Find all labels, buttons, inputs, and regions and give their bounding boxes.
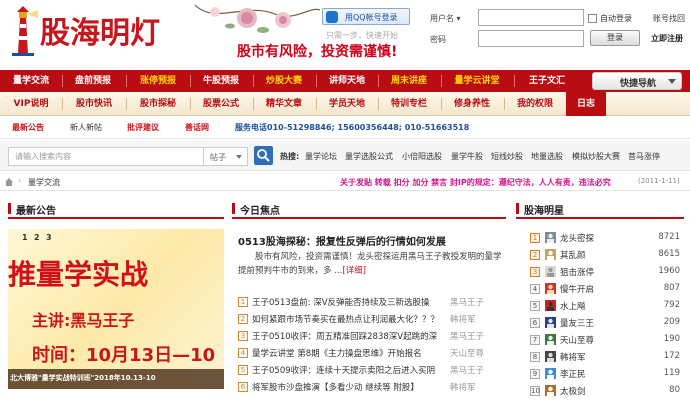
search-bar: 请输入搜索内容 帖子 热搜: 量学论坛 量学选股公式 小倍阳选股 量学牛股 短线… [0, 141, 690, 171]
hot-search-link[interactable]: 量学论坛 [305, 151, 337, 162]
password-input[interactable] [478, 30, 584, 47]
quick-nav-dropdown[interactable]: 快捷导航 [592, 72, 682, 90]
nav-blog[interactable]: 日志 [566, 92, 606, 116]
primary-nav: 量学交流 盘前预报 涨停预报 牛股预报 炒股大赛 讲师天地 周末讲座 量学云讲堂… [0, 70, 690, 92]
nav-formulas[interactable]: 股票公式 [192, 92, 250, 116]
focus-headline[interactable]: 0513股海探秘：报复性反弹后的行情如何发展 [238, 233, 446, 248]
nav-featured[interactable]: 精华文章 [255, 92, 313, 116]
section-stars: 股海明星 [516, 199, 684, 219]
username-label[interactable]: 用户名 ▾ [430, 13, 461, 24]
avatar [545, 283, 556, 294]
hot-search-link[interactable]: 量学选股公式 [345, 151, 393, 162]
breadcrumb-current[interactable]: 量学交流 [28, 177, 60, 188]
nav-training[interactable]: 特训专栏 [380, 92, 438, 116]
hot-search-label: 热搜: [280, 152, 300, 161]
hot-search-link[interactable]: 短线炒股 [491, 151, 523, 162]
qq-login-button[interactable]: 用QQ帐号登录 [322, 8, 410, 25]
banner-date: 时间：10月13日—10 [32, 345, 216, 366]
secondary-nav: VIP说明 股市快讯 股市探秘 股票公式 精华文章 学员天地 特训专栏 修身养性… [0, 92, 690, 116]
site-name: 股海明灯 [40, 16, 160, 51]
nav-limitup[interactable]: 涨停预报 [128, 70, 188, 92]
rules-notice[interactable]: 关于发贴 转载 扣分 加分 禁言 封IP的规定：遵纪守法，人人有责，违法必究 [340, 177, 611, 188]
nav-news-flash[interactable]: 股市快讯 [64, 92, 124, 116]
site-header: 股海明灯 用QQ帐号登录 只需一步，快速开始 股市有风险，投资需谨慎! 用户名 … [0, 0, 690, 70]
nav-vip[interactable]: VIP说明 [2, 92, 60, 116]
focus-summary: 股市有风险，投资需谨慎！龙头密探运用黑马王子教授发明的量学提前预判牛市的到来，多… [238, 252, 502, 276]
password-label: 密码 [430, 35, 446, 44]
avatar [545, 249, 556, 260]
nav-contest[interactable]: 炒股大赛 [255, 70, 313, 92]
qq-icon [326, 11, 338, 23]
nav-permissions[interactable]: 我的权限 [506, 92, 564, 116]
notice-date: (2011-1-11) [638, 177, 680, 185]
hot-search-link[interactable]: 菩马涨停 [628, 151, 660, 162]
avatar [545, 334, 556, 345]
announcement-links-row: 最新公告 新人新帖 批评建议 善话网 服务电话010-51298846; 156… [0, 117, 690, 139]
nav-bull-stock[interactable]: 牛股预报 [192, 70, 250, 92]
register-link[interactable]: 立即注册 [651, 33, 683, 44]
avatar [545, 232, 556, 243]
auto-login-checkbox[interactable] [588, 14, 597, 23]
auto-login-label: 自动登录 [600, 14, 632, 23]
nav-exploration[interactable]: 股市探秘 [128, 92, 188, 116]
avatar [545, 266, 556, 277]
hot-search-link[interactable]: 地量选股 [531, 151, 563, 162]
nav-premarket[interactable]: 盘前预报 [64, 70, 122, 92]
banner-speaker: 主讲:黑马王子 [32, 311, 135, 330]
nav-weekend-lecture[interactable]: 周末讲座 [380, 70, 438, 92]
one-step-hint: 只需一步，快速开始 [326, 31, 398, 40]
avatar [545, 368, 556, 379]
link-feedback[interactable]: 批评建议 [127, 122, 159, 133]
hot-search-link[interactable]: 小倍阳选股 [402, 151, 442, 162]
nav-cloud-class[interactable]: 量学云讲堂 [443, 70, 511, 92]
nav-lecturers[interactable]: 讲师天地 [318, 70, 376, 92]
banner-page-2[interactable]: 2 [34, 233, 40, 242]
banner-title: 推量学实战 [8, 258, 149, 291]
site-logo[interactable]: 股海明灯 [4, 2, 160, 62]
breadcrumb: › 量学交流 关于发贴 转载 扣分 加分 禁言 封IP的规定：遵纪守法，人人有责… [0, 173, 690, 191]
avatar [545, 385, 556, 396]
link-latest-notice[interactable]: 最新公告 [12, 122, 44, 133]
username-input[interactable] [478, 9, 584, 26]
search-type-select[interactable]: 帖子 [204, 147, 248, 166]
search-button[interactable] [254, 146, 273, 165]
banner-page-1[interactable]: 1 [22, 233, 28, 242]
login-button[interactable]: 登录 [590, 30, 640, 46]
avatar [545, 300, 556, 311]
service-phone: 服务电话010-51298846; 15600356448; 010-51663… [235, 123, 470, 132]
nav-liangxue-exchange[interactable]: 量学交流 [2, 70, 60, 92]
chevron-down-icon [668, 79, 676, 84]
search-input[interactable]: 请输入搜索内容 [8, 147, 204, 166]
breadcrumb-separator: › [18, 176, 22, 185]
banner-caption: 北大博雅"量学实战特训班"2018年10.13-10 [10, 374, 156, 382]
nav-self-cultivation[interactable]: 修身养性 [443, 92, 501, 116]
lighthouse-icon [12, 6, 38, 56]
risk-slogan: 股市有风险，投资需谨慎! [237, 44, 398, 60]
section-today-focus: 今日焦点 [232, 199, 506, 219]
account-recovery-link[interactable]: 账号找回 [653, 13, 685, 24]
read-more-link[interactable]: [详细] [342, 266, 366, 276]
avatar [545, 317, 556, 328]
link-newbie-posts[interactable]: 新人新帖 [70, 122, 102, 133]
chevron-down-icon [236, 155, 242, 159]
announcement-banner[interactable]: 1 2 3 推量学实战 主讲:黑马王子 时间：10月13日—10 北大博雅"量学… [8, 229, 224, 389]
section-latest-notice: 最新公告 [8, 199, 224, 219]
nav-students[interactable]: 学员天地 [318, 92, 376, 116]
link-shanhua[interactable]: 善话网 [185, 122, 209, 133]
nav-wangzi-articles[interactable]: 王子文汇 [516, 70, 578, 92]
search-icon [257, 149, 270, 162]
home-icon[interactable] [4, 177, 14, 187]
banner-page-3[interactable]: 3 [46, 233, 52, 242]
hot-search-link[interactable]: 模拟炒股大赛 [572, 151, 620, 162]
hot-search-link[interactable]: 量学牛股 [451, 151, 483, 162]
avatar [545, 351, 556, 362]
